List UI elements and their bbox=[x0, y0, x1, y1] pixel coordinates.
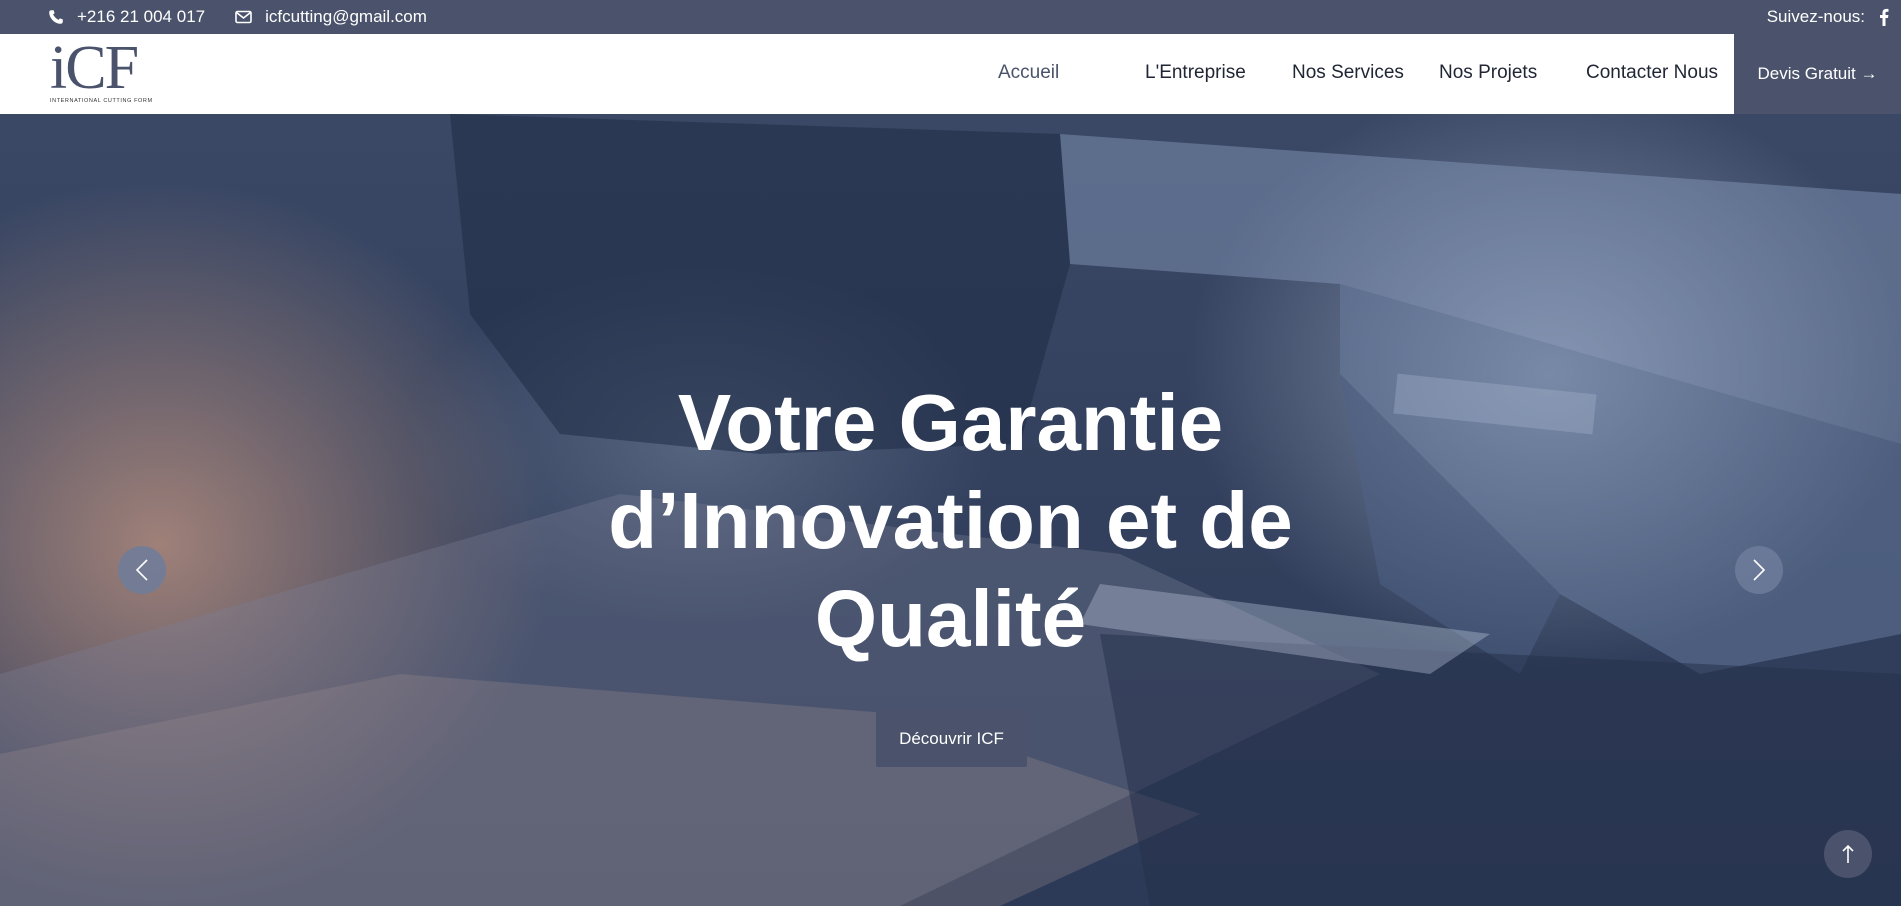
nav-contact[interactable]: Contacter Nous bbox=[1586, 62, 1718, 84]
free-quote-button[interactable]: Devis Gratuit → bbox=[1734, 34, 1901, 114]
chevron-right-icon bbox=[1753, 559, 1766, 581]
headline-line-1: Votre Garantie bbox=[677, 378, 1224, 467]
headline-line-2: d’Innovation et de bbox=[608, 476, 1293, 565]
arrow-up-icon bbox=[1842, 844, 1854, 863]
logo-mark: iCF bbox=[50, 34, 139, 102]
slider-prev-button[interactable] bbox=[118, 546, 166, 594]
main-header: iCF INTERNATIONAL CUTTING FORM Accueil L… bbox=[0, 34, 1901, 114]
chevron-left-icon bbox=[135, 559, 148, 581]
nav-accueil[interactable]: Accueil bbox=[998, 62, 1059, 84]
top-bar: +216 21 004 017 icfcutting@gmail.com Sui… bbox=[0, 0, 1901, 34]
logo[interactable]: iCF INTERNATIONAL CUTTING FORM bbox=[50, 34, 182, 108]
headline-line-3: Qualité bbox=[814, 574, 1087, 663]
nav-services[interactable]: Nos Services bbox=[1292, 62, 1404, 84]
follow-label: Suivez-nous: bbox=[1766, 7, 1865, 26]
discover-button[interactable]: Découvrir ICF bbox=[876, 710, 1027, 767]
phone-link[interactable]: +216 21 004 017 bbox=[48, 7, 205, 27]
facebook-icon[interactable] bbox=[1879, 8, 1889, 26]
social-links: Suivez-nous: bbox=[1767, 0, 1889, 34]
scroll-to-top-button[interactable] bbox=[1824, 830, 1872, 878]
slider-next-button[interactable] bbox=[1735, 546, 1783, 594]
phone-icon bbox=[49, 10, 63, 24]
email-link[interactable]: icfcutting@gmail.com bbox=[235, 7, 427, 27]
nav-projets[interactable]: Nos Projets bbox=[1439, 62, 1537, 84]
envelope-icon bbox=[235, 10, 252, 24]
contact-info: +216 21 004 017 icfcutting@gmail.com bbox=[48, 7, 457, 27]
email-address: icfcutting@gmail.com bbox=[265, 7, 427, 26]
nav-entreprise[interactable]: L'Entreprise bbox=[1145, 62, 1246, 84]
hero-slider: Votre Garantie d’Innovation et de Qualit… bbox=[0, 114, 1901, 906]
phone-number: +216 21 004 017 bbox=[77, 7, 206, 26]
logo-tagline: INTERNATIONAL CUTTING FORM bbox=[50, 98, 153, 104]
hero-headline: Votre Garantie d’Innovation et de Qualit… bbox=[0, 374, 1901, 668]
